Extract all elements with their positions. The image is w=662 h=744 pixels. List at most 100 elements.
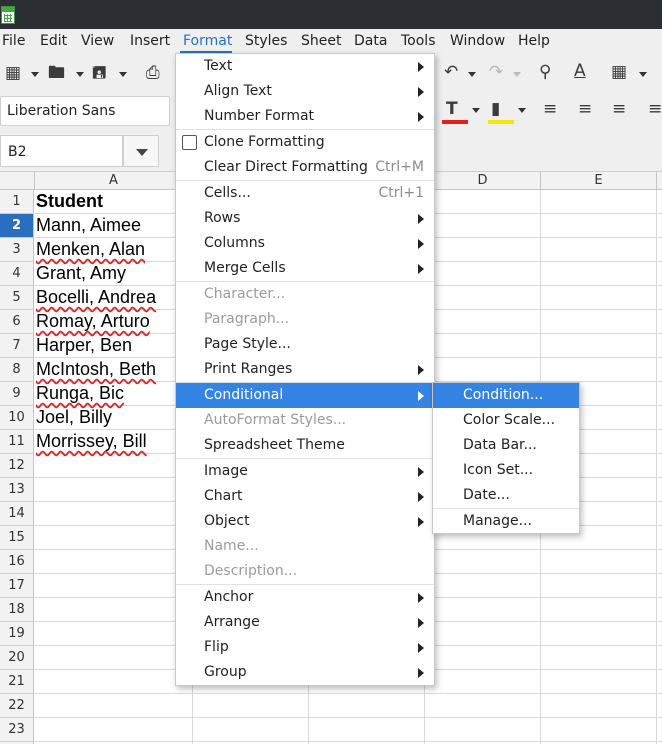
row-header[interactable]: 14 — [0, 502, 33, 526]
cell[interactable]: Joel, Billy — [36, 407, 112, 428]
submenu-item-color-scale[interactable]: Color Scale... — [433, 408, 579, 433]
menu-window[interactable]: Window — [450, 33, 505, 49]
row-header[interactable]: 21 — [0, 670, 33, 694]
align-right-icon[interactable]: ≡ — [612, 101, 626, 118]
row-header[interactable]: 13 — [0, 478, 33, 502]
submenu-item-date[interactable]: Date... — [433, 483, 579, 508]
row-header[interactable]: 5 — [0, 286, 33, 310]
cell[interactable]: Morrissey, Bill — [36, 431, 147, 452]
chevron-down-icon[interactable] — [513, 72, 521, 77]
menu-item-cells[interactable]: Cells... Ctrl+1 — [176, 181, 434, 206]
menu-sheet[interactable]: Sheet — [301, 33, 341, 49]
menu-file[interactable]: File — [2, 33, 25, 49]
row-header[interactable]: 19 — [0, 622, 33, 646]
open-folder-icon[interactable]: 🖿 — [48, 65, 65, 82]
row-header[interactable]: 17 — [0, 574, 33, 598]
cell[interactable]: Mann, Aimee — [36, 215, 141, 236]
menu-item-clear-direct-formatting[interactable]: Clear Direct Formatting Ctrl+M — [176, 155, 434, 180]
menu-item-number-format[interactable]: Number Format — [176, 104, 434, 129]
menu-item-align-text[interactable]: Align Text — [176, 79, 434, 104]
menu-edit[interactable]: Edit — [40, 33, 67, 49]
chevron-down-icon[interactable] — [468, 72, 476, 77]
submenu-item-icon-set[interactable]: Icon Set... — [433, 458, 579, 483]
row-header[interactable]: 7 — [0, 334, 33, 358]
row-header[interactable]: 11 — [0, 430, 33, 454]
chevron-down-icon[interactable] — [639, 72, 647, 77]
row-header[interactable]: 16 — [0, 550, 33, 574]
column-header-e[interactable]: E — [540, 172, 656, 190]
menu-insert[interactable]: Insert — [130, 33, 170, 49]
cell[interactable]: Bocelli, Andrea — [36, 287, 156, 308]
menu-item-description[interactable]: Description... — [176, 559, 434, 584]
font-name-box[interactable]: Liberation Sans — [0, 96, 170, 126]
column-header-d[interactable]: D — [424, 172, 540, 190]
justify-icon[interactable]: ≡ — [648, 101, 662, 118]
menu-item-clone-formatting[interactable]: Clone Formatting — [176, 130, 434, 155]
cell[interactable]: Runga, Bic — [36, 383, 124, 404]
undo-icon[interactable]: ↶ — [444, 64, 458, 81]
chevron-down-icon[interactable] — [76, 72, 84, 77]
chevron-down-icon[interactable] — [472, 108, 480, 113]
spelling-icon[interactable]: A — [574, 63, 586, 80]
row-column-icon[interactable]: ▦ — [611, 64, 627, 81]
table-icon[interactable]: ▦ — [5, 65, 21, 82]
menu-item-conditional[interactable]: Conditional — [176, 383, 434, 408]
cell[interactable]: Romay, Arturo — [36, 311, 150, 332]
align-left-icon[interactable]: ≡ — [543, 101, 557, 118]
menu-styles[interactable]: Styles — [245, 33, 287, 49]
menu-view[interactable]: View — [81, 33, 114, 49]
menu-item-columns[interactable]: Columns — [176, 231, 434, 256]
menu-item-character[interactable]: Character... — [176, 282, 434, 307]
submenu-item-condition[interactable]: Condition... — [433, 383, 579, 408]
cell[interactable]: Grant, Amy — [36, 263, 126, 284]
row-header[interactable]: 4 — [0, 262, 33, 286]
row-header[interactable]: 1 — [0, 190, 33, 214]
highlight-color-icon[interactable]: ▮ — [491, 101, 500, 118]
menu-item-rows[interactable]: Rows — [176, 206, 434, 231]
row-header[interactable]: 9 — [0, 382, 33, 406]
row-header[interactable]: 23 — [0, 718, 33, 742]
menu-item-group[interactable]: Group — [176, 660, 434, 685]
menu-data[interactable]: Data — [354, 33, 387, 49]
menu-item-print-ranges[interactable]: Print Ranges — [176, 357, 434, 382]
menu-tools[interactable]: Tools — [401, 33, 436, 49]
menu-item-object[interactable]: Object — [176, 509, 434, 534]
chevron-down-icon[interactable] — [119, 72, 127, 77]
chevron-down-icon[interactable] — [518, 108, 526, 113]
row-header[interactable]: 6 — [0, 310, 33, 334]
row-header[interactable]: 8 — [0, 358, 33, 382]
name-box-dropdown-button[interactable] — [123, 135, 159, 167]
cell[interactable]: McIntosh, Beth — [36, 359, 156, 380]
menu-help[interactable]: Help — [518, 33, 550, 49]
menu-item-page-style[interactable]: Page Style... — [176, 332, 434, 357]
menu-item-autoformat-styles[interactable]: AutoFormat Styles... — [176, 408, 434, 433]
row-header[interactable]: 2 — [0, 214, 33, 238]
cell[interactable]: Student — [36, 191, 103, 212]
row-header[interactable]: 12 — [0, 454, 33, 478]
name-box[interactable]: B2 — [0, 135, 123, 167]
menu-item-anchor[interactable]: Anchor — [176, 585, 434, 610]
cell[interactable]: Harper, Ben — [36, 335, 132, 356]
menu-item-image[interactable]: Image — [176, 459, 434, 484]
menu-item-spreadsheet-theme[interactable]: Spreadsheet Theme — [176, 433, 434, 458]
row-header[interactable]: 10 — [0, 406, 33, 430]
menu-item-name[interactable]: Name... — [176, 534, 434, 559]
chevron-down-icon[interactable] — [31, 72, 39, 77]
font-color-icon[interactable]: T — [446, 101, 458, 118]
column-header-f[interactable] — [656, 172, 662, 190]
menu-item-merge-cells[interactable]: Merge Cells — [176, 256, 434, 281]
row-header[interactable]: 22 — [0, 694, 33, 718]
row-header[interactable]: 3 — [0, 238, 33, 262]
menu-item-flip[interactable]: Flip — [176, 635, 434, 660]
menu-item-chart[interactable]: Chart — [176, 484, 434, 509]
redo-icon[interactable]: ↷ — [489, 64, 503, 81]
menu-item-text[interactable]: Text — [176, 54, 434, 79]
align-center-icon[interactable]: ≡ — [578, 101, 592, 118]
export-pdf-icon[interactable]: ⎙ — [146, 65, 160, 82]
submenu-item-manage[interactable]: Manage... — [433, 509, 579, 534]
save-icon[interactable]: 🖪 — [92, 65, 106, 82]
row-header[interactable]: 20 — [0, 646, 33, 670]
row-header[interactable]: 15 — [0, 526, 33, 550]
row-header[interactable]: 18 — [0, 598, 33, 622]
menu-item-paragraph[interactable]: Paragraph... — [176, 307, 434, 332]
